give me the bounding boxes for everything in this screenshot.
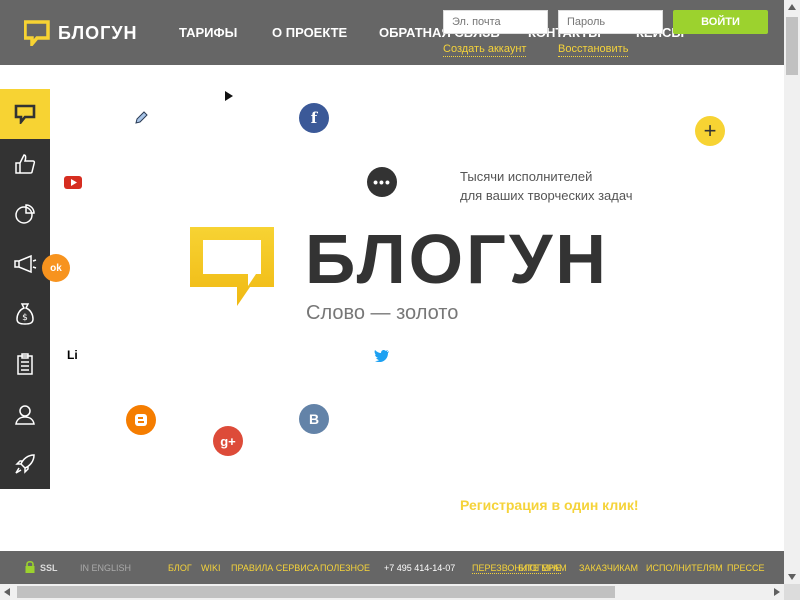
login-button[interactable]: ВОЙТИ: [673, 10, 768, 34]
sidebar-item-tasks[interactable]: [0, 339, 50, 389]
footer-wiki-link[interactable]: WIKI: [201, 563, 221, 573]
sidebar-item-likes[interactable]: [0, 139, 50, 189]
vertical-scrollbar[interactable]: [784, 0, 800, 584]
scrollbar-corner: [784, 584, 800, 600]
footer-blog-link[interactable]: БЛОГ: [168, 563, 192, 573]
footer-phone: +7 495 414-14-07: [384, 563, 456, 573]
create-account-link[interactable]: Создать аккаунт: [443, 43, 527, 57]
footer-bloggers-link[interactable]: БЛОГЕРАМ: [518, 563, 567, 573]
logo-icon: [24, 20, 50, 46]
pie-chart-icon: [15, 204, 35, 224]
sidebar-item-profile[interactable]: [0, 389, 50, 439]
footer-rules-link[interactable]: ПРАВИЛА СЕРВИСА: [231, 563, 319, 573]
svg-text:$: $: [22, 313, 28, 323]
ssl-label: SSL: [40, 563, 58, 573]
password-input[interactable]: [558, 10, 663, 34]
chat-bubble-icon: [14, 104, 36, 124]
hero-slogan: Слово — золото: [306, 302, 459, 324]
hero-tagline: Тысячи исполнителей для ваших творческих…: [460, 167, 633, 205]
footer-performers-link[interactable]: ИСПОЛНИТЕЛЯМ: [646, 563, 723, 573]
vk-icon[interactable]: B: [299, 404, 329, 434]
google-plus-icon[interactable]: g+: [213, 426, 243, 456]
scroll-up-arrow-icon[interactable]: [788, 4, 796, 10]
registration-link[interactable]: Регистрация в один клик!: [460, 497, 639, 513]
more-icon[interactable]: •••: [367, 167, 397, 197]
plus-icon[interactable]: +: [695, 116, 725, 146]
pencil-icon: [135, 111, 148, 124]
sidebar-item-stats[interactable]: [0, 189, 50, 239]
scroll-right-arrow-icon[interactable]: [774, 588, 780, 596]
sidebar-item-money[interactable]: $: [0, 289, 50, 339]
vertical-scroll-thumb[interactable]: [786, 17, 798, 75]
blogger-icon[interactable]: [126, 405, 156, 435]
hero-brand: БЛОГУН: [305, 220, 609, 298]
livejournal-icon[interactable]: Li: [67, 348, 78, 362]
footer-press-link[interactable]: ПРЕССЕ: [727, 563, 764, 573]
thumbs-up-icon: [15, 154, 36, 174]
sidebar-item-chat[interactable]: [0, 89, 50, 139]
tagline-line-1: Тысячи исполнителей: [460, 169, 593, 184]
user-icon: [15, 405, 35, 425]
money-bag-icon: $: [16, 303, 34, 325]
brand-logo-icon: [190, 227, 274, 306]
sidebar-item-launch[interactable]: [0, 439, 50, 489]
nav-tariffs[interactable]: ТАРИФЫ: [179, 25, 237, 40]
footer-customers-link[interactable]: ЗАКАЗЧИКАМ: [579, 563, 638, 573]
logo-text: БЛОГУН: [58, 22, 138, 43]
odnoklassniki-label: ok: [50, 262, 62, 274]
google-plus-label: g+: [220, 433, 236, 449]
youtube-icon[interactable]: [64, 176, 82, 189]
vk-label: B: [308, 411, 320, 427]
scroll-down-arrow-icon[interactable]: [788, 574, 796, 580]
facebook-icon[interactable]: f: [299, 103, 329, 133]
restore-password-link[interactable]: Восстановить: [558, 43, 629, 57]
header-logo[interactable]: БЛОГУН: [24, 20, 138, 46]
play-icon: [225, 91, 233, 101]
footer-useful-link[interactable]: ПОЛЕЗНОЕ: [320, 563, 370, 573]
lock-icon: [25, 560, 35, 573]
english-link[interactable]: IN ENGLISH: [80, 563, 131, 573]
clipboard-icon: [17, 353, 33, 375]
email-input[interactable]: [443, 10, 548, 34]
nav-about[interactable]: О ПРОЕКТЕ: [272, 25, 347, 40]
tagline-line-2: для ваших творческих задач: [460, 188, 633, 203]
rocket-icon: [15, 454, 35, 474]
megaphone-icon: [14, 254, 37, 274]
page: БЛОГУН ТАРИФЫ О ПРОЕКТЕ ОБРАТНАЯ СВЯЗЬ К…: [0, 0, 800, 600]
twitter-icon[interactable]: [374, 349, 390, 362]
horizontal-scroll-thumb[interactable]: [17, 586, 615, 598]
scroll-left-arrow-icon[interactable]: [4, 588, 10, 596]
odnoklassniki-icon[interactable]: ok: [42, 254, 70, 282]
